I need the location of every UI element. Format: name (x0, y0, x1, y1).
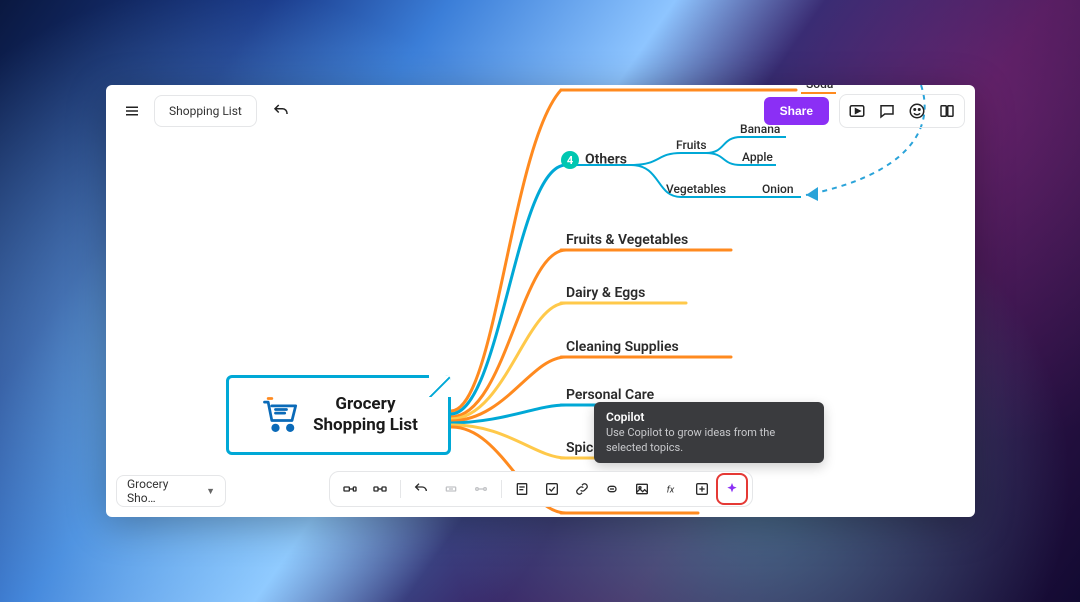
relationship-icon (473, 481, 489, 497)
collapse-button[interactable] (439, 477, 463, 501)
menu-button[interactable] (116, 95, 148, 127)
play-icon (848, 102, 866, 120)
document-selector[interactable]: Grocery Sho… ▼ (116, 475, 226, 507)
link-icon (574, 481, 590, 497)
note-button[interactable] (510, 477, 534, 501)
bottom-toolbar: fx (329, 471, 753, 507)
branch-dairy[interactable]: Dairy & Eggs (566, 285, 645, 301)
leaf-fruits[interactable]: Fruits (676, 138, 707, 152)
equation-button[interactable]: fx (660, 477, 684, 501)
comment-button[interactable] (872, 97, 902, 125)
comment-icon (878, 102, 896, 120)
cart-icon (259, 393, 303, 437)
undo-tool[interactable] (409, 477, 433, 501)
app-window: GroceryShopping List Soda 4Others Fruits… (106, 85, 975, 517)
collapse-icon (443, 481, 459, 497)
note-icon (514, 481, 530, 497)
image-button[interactable] (630, 477, 654, 501)
add-icon (694, 481, 710, 497)
panels-button[interactable] (932, 97, 962, 125)
task-button[interactable] (540, 477, 564, 501)
branch-personal[interactable]: Personal Care (566, 387, 654, 403)
link-button[interactable] (570, 477, 594, 501)
top-right-icons (839, 94, 965, 128)
subtopic-icon (342, 481, 358, 497)
subtopic-button[interactable] (338, 477, 362, 501)
branch-cleaning[interactable]: Cleaning Supplies (566, 339, 679, 355)
insert-button[interactable] (690, 477, 714, 501)
attachment-button[interactable] (600, 477, 624, 501)
tooltip-body: Use Copilot to grow ideas from the selec… (606, 426, 812, 455)
emoji-button[interactable] (902, 97, 932, 125)
undo-icon (413, 481, 429, 497)
leaf-onion[interactable]: Onion (762, 182, 794, 196)
image-icon (634, 481, 650, 497)
present-button[interactable] (842, 97, 872, 125)
emoji-icon (908, 102, 926, 120)
leaf-apple[interactable]: Apple (742, 150, 773, 164)
top-bar: Shopping List Share (116, 95, 965, 127)
task-icon (544, 481, 560, 497)
svg-text:fx: fx (666, 484, 674, 495)
badge-others: 4 (561, 151, 579, 169)
leaf-vegetables[interactable]: Vegetables (666, 182, 726, 196)
leaf-soda[interactable]: Soda (806, 85, 833, 91)
attachment-icon (604, 481, 620, 497)
panels-icon (938, 102, 956, 120)
root-title: GroceryShopping List (313, 394, 418, 437)
chevron-down-icon: ▼ (206, 486, 215, 497)
copilot-tooltip: Copilot Use Copilot to grow ideas from t… (594, 402, 824, 463)
equation-icon: fx (664, 481, 680, 497)
menu-icon (123, 102, 141, 120)
sibling-icon (372, 481, 388, 497)
undo-icon (272, 102, 290, 120)
branch-fruits-vegetables[interactable]: Fruits & Vegetables (566, 232, 688, 248)
root-node[interactable]: GroceryShopping List (226, 375, 451, 455)
document-selector-label: Grocery Sho… (127, 477, 198, 505)
branch-others[interactable]: 4Others (561, 151, 627, 169)
sibling-button[interactable] (368, 477, 392, 501)
copilot-button[interactable] (720, 477, 744, 501)
share-button[interactable]: Share (764, 97, 829, 125)
tooltip-title: Copilot (606, 410, 812, 424)
relationship-button[interactable] (469, 477, 493, 501)
copilot-icon (724, 481, 740, 497)
undo-button[interactable] (265, 95, 297, 127)
document-title[interactable]: Shopping List (154, 95, 257, 127)
